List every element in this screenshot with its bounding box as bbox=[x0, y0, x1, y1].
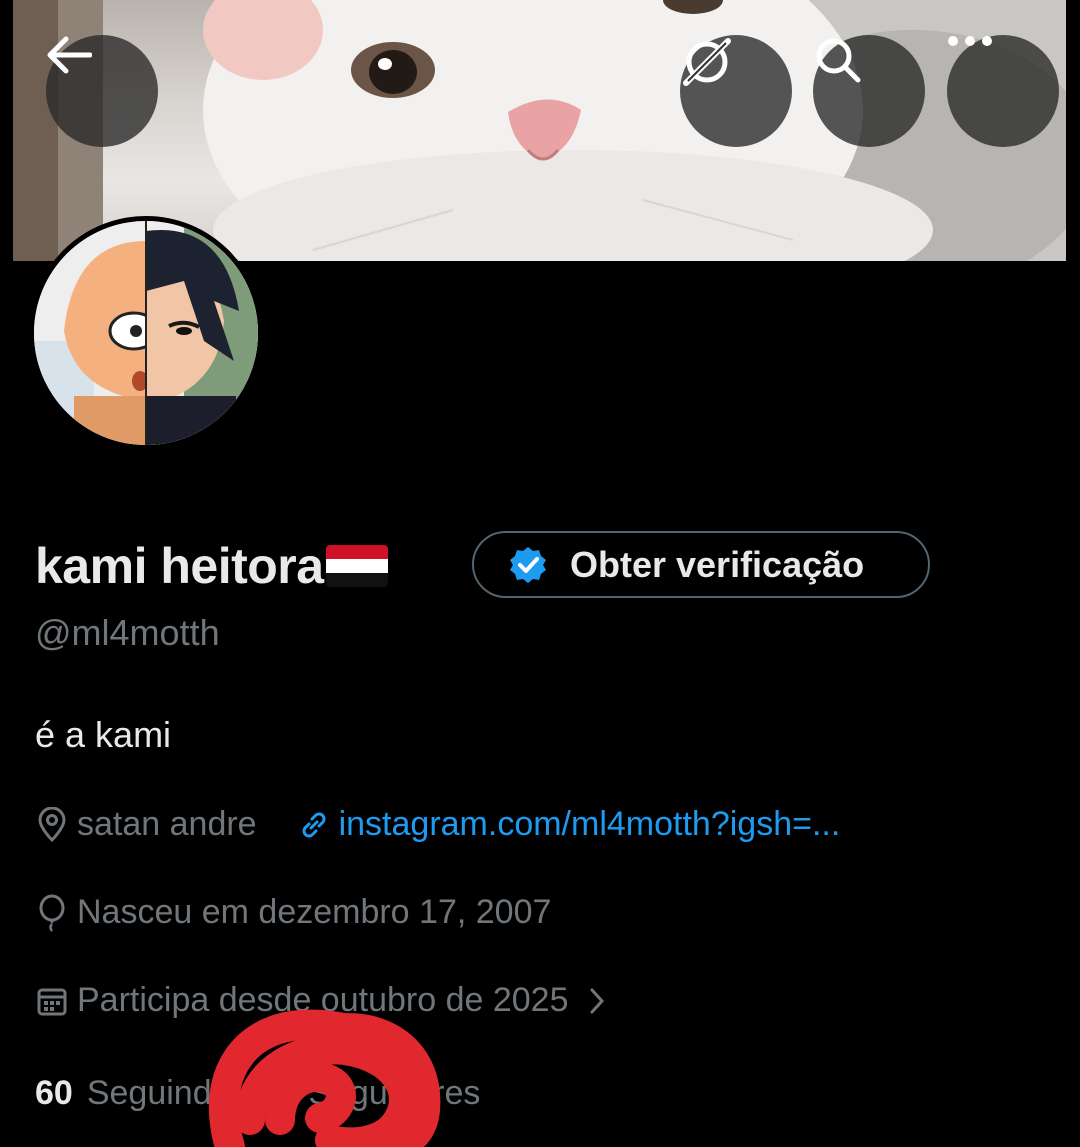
followers-link[interactable]: 67 Seguidores bbox=[257, 1074, 481, 1113]
search-icon bbox=[816, 38, 861, 83]
followers-count: 67 bbox=[256, 1074, 295, 1112]
following-label: Seguindo bbox=[86, 1074, 231, 1112]
joined-row[interactable]: Participa desde outubro de 2025 bbox=[35, 981, 620, 1020]
website-link[interactable]: instagram.com/ml4motth?igsh=... bbox=[339, 805, 841, 844]
birthday-row: Nasceu em dezembro 17, 2007 bbox=[35, 893, 551, 932]
back-arrow-icon bbox=[47, 36, 92, 74]
profile-avatar[interactable] bbox=[29, 216, 263, 450]
yemen-flag-icon bbox=[325, 545, 388, 587]
display-name: kami heitora bbox=[35, 538, 324, 594]
followers-label: Seguidores bbox=[308, 1074, 481, 1112]
grok-button[interactable] bbox=[680, 35, 792, 147]
name-row: kami heitora bbox=[35, 532, 388, 600]
verified-badge-icon bbox=[510, 546, 546, 583]
follow-stats: 60 Seguindo 67 Seguidores bbox=[35, 1074, 480, 1113]
user-handle: @ml4motth bbox=[35, 612, 220, 653]
back-button[interactable] bbox=[46, 35, 158, 147]
grok-icon bbox=[683, 38, 731, 86]
birthday-text: Nasceu em dezembro 17, 2007 bbox=[77, 893, 552, 931]
location-text: satan andre bbox=[77, 805, 257, 843]
location-pin-icon bbox=[38, 806, 66, 842]
avatar-image bbox=[34, 221, 258, 445]
following-count: 60 bbox=[35, 1074, 73, 1112]
balloon-icon bbox=[39, 894, 65, 932]
joined-text: Participa desde outubro de 2025 bbox=[77, 981, 569, 1019]
more-options-button[interactable] bbox=[947, 35, 1059, 147]
calendar-icon bbox=[37, 988, 67, 1015]
more-dots-icon bbox=[948, 36, 992, 46]
chevron-right-icon bbox=[590, 988, 605, 1013]
bio-text: é a kami bbox=[35, 714, 172, 755]
get-verified-button[interactable]: Obter verificação bbox=[472, 531, 930, 598]
location-link-row: satan andre instagram.com/ml4motth?igsh=… bbox=[35, 805, 840, 844]
get-verified-label: Obter verificação bbox=[570, 543, 865, 585]
link-icon bbox=[302, 812, 326, 837]
search-button[interactable] bbox=[813, 35, 925, 147]
following-link[interactable]: 60 Seguindo bbox=[35, 1074, 231, 1113]
